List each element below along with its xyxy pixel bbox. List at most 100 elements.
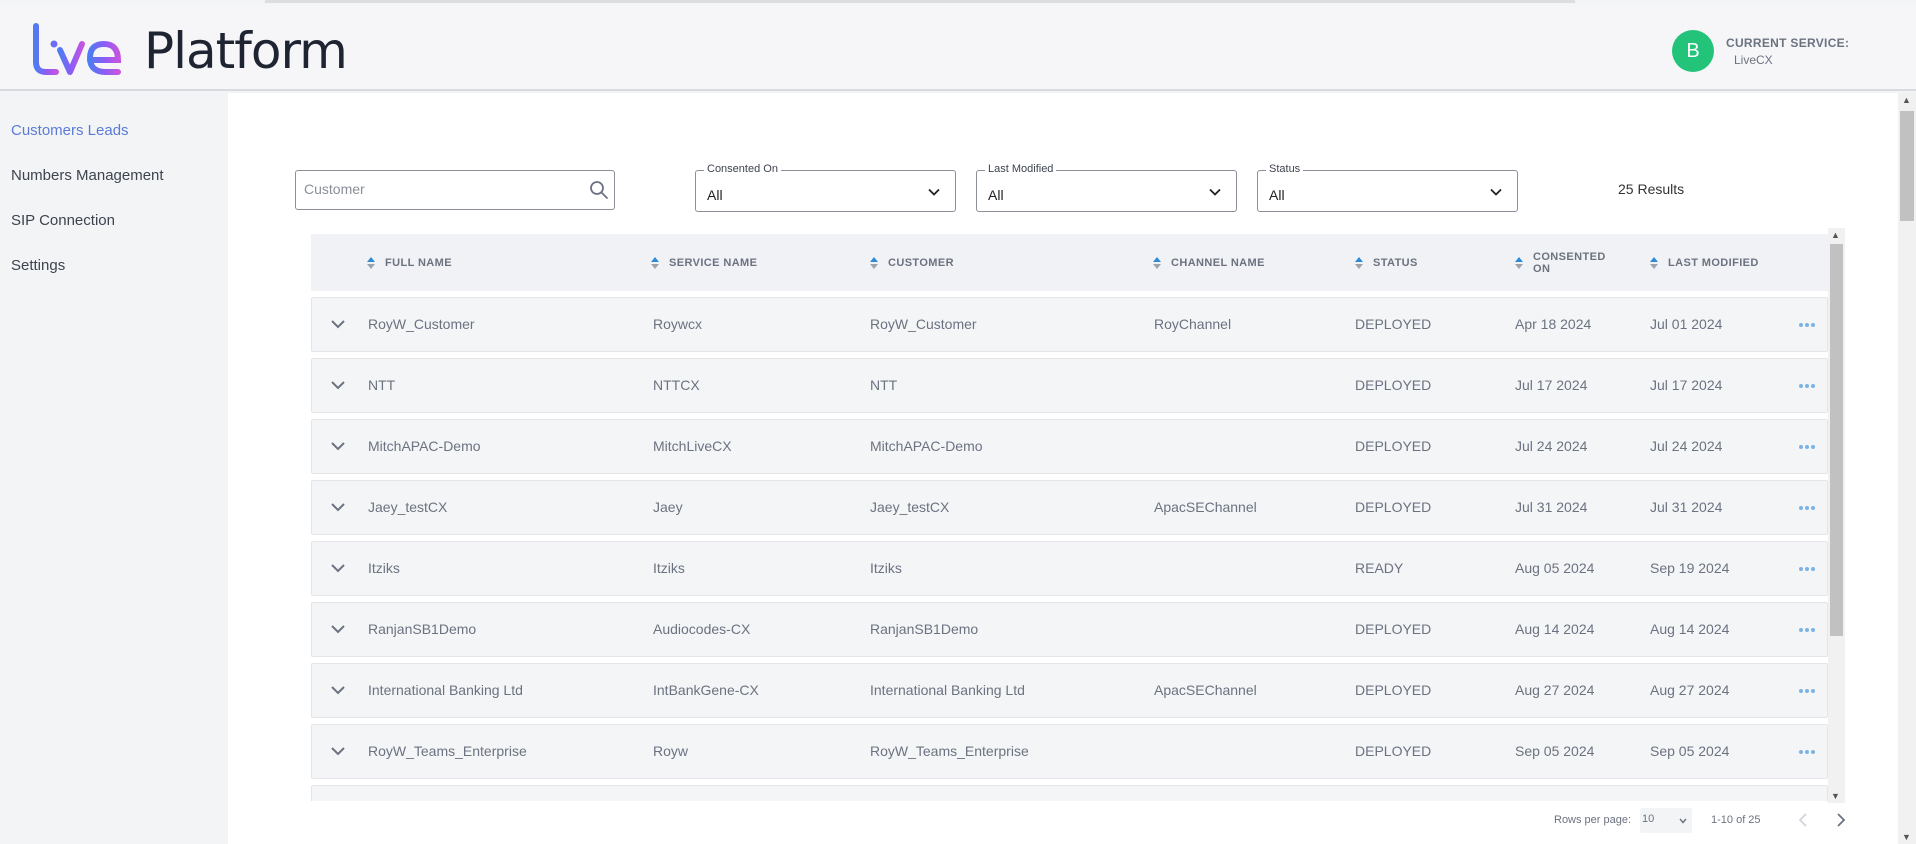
cell-consented-on: Jul 24 2024: [1515, 438, 1588, 454]
more-options-icon[interactable]: [1798, 627, 1816, 633]
cell-last-modified: Aug 27 2024: [1650, 682, 1730, 698]
customer-search-field[interactable]: [295, 170, 615, 210]
consented-on-label: Consented On: [704, 163, 781, 175]
column-header-customer[interactable]: CUSTOMER: [869, 234, 954, 291]
cell-full-name: International Banking Ltd: [368, 682, 523, 698]
cell-consented-on: Aug 05 2024: [1515, 560, 1595, 576]
cell-consented-on: Jul 17 2024: [1515, 377, 1588, 393]
scroll-down-icon[interactable]: ▼: [1902, 832, 1911, 842]
sidebar-item-numbers-management[interactable]: Numbers Management: [11, 167, 164, 184]
cell-service-name: Jaey: [653, 499, 683, 515]
expand-chevron-icon[interactable]: [330, 438, 346, 454]
last-modified-value: All: [988, 187, 1004, 203]
last-modified-label: Last Modified: [985, 163, 1057, 175]
cell-consented-on: Sep 05 2024: [1515, 743, 1595, 759]
column-label: CONSENTED ON: [1533, 250, 1606, 275]
consented-on-select[interactable]: Consented On All: [695, 163, 956, 212]
logo-mark-icon: [33, 23, 122, 75]
more-options-icon[interactable]: [1798, 505, 1816, 511]
table-row[interactable]: MitchAPAC-Demo MitchLiveCX MitchAPAC-Dem…: [311, 419, 1828, 474]
last-modified-select[interactable]: Last Modified All: [976, 163, 1237, 212]
sidebar-item-customers-leads[interactable]: Customers Leads: [11, 122, 129, 139]
cell-customer: Jaey_testCX: [870, 499, 950, 515]
next-page-icon[interactable]: [1834, 810, 1848, 830]
cell-status: DEPLOYED: [1355, 621, 1432, 637]
more-options-icon[interactable]: [1798, 444, 1816, 450]
more-options-icon[interactable]: [1798, 383, 1816, 389]
table-row[interactable]: RoyW_Customer Roywcx RoyW_Customer RoyCh…: [311, 297, 1828, 352]
sort-icon: [367, 256, 375, 269]
table-scrollbar[interactable]: ▲ ▼: [1828, 228, 1845, 803]
scroll-down-icon[interactable]: ▼: [1831, 791, 1840, 801]
sort-icon: [1515, 256, 1523, 269]
table-row[interactable]: RanjanSB1Demo Audiocodes-CX RanjanSB1Dem…: [311, 602, 1828, 657]
customer-search-input[interactable]: [304, 181, 574, 197]
cell-customer: RoyW_Teams_Enterprise: [870, 743, 1029, 759]
cell-channel-name: ApacSEChannel: [1154, 499, 1257, 515]
cell-consented-on: Aug 27 2024: [1515, 682, 1595, 698]
expand-chevron-icon[interactable]: [330, 682, 346, 698]
cell-service-name: Audiocodes-CX: [653, 621, 751, 637]
column-label: STATUS: [1373, 256, 1418, 269]
cell-customer: RanjanSB1Demo: [870, 621, 979, 637]
page-scroll-thumb[interactable]: [1900, 111, 1914, 221]
table-row[interactable]: International Banking Ltd IntBankGene-CX…: [311, 663, 1828, 718]
table-row[interactable]: NTT NTTCX NTT DEPLOYED Jul 17 2024 Jul 1…: [311, 358, 1828, 413]
table-row[interactable]: Itziks Itziks Itziks READY Aug 05 2024 S…: [311, 541, 1828, 596]
column-header-last-modified[interactable]: LAST MODIFIED: [1649, 234, 1759, 291]
app-logo[interactable]: Platform: [30, 18, 348, 78]
sort-icon: [1355, 256, 1363, 269]
column-label: SERVICE NAME: [669, 256, 758, 269]
scroll-up-icon[interactable]: ▲: [1902, 95, 1911, 105]
table-scroll-thumb[interactable]: [1830, 244, 1843, 636]
cell-status: DEPLOYED: [1355, 438, 1432, 454]
avatar[interactable]: B: [1672, 30, 1714, 72]
expand-chevron-icon[interactable]: [330, 560, 346, 576]
cell-customer: NTT: [870, 377, 898, 393]
cell-service-name: Roywcx: [653, 316, 703, 332]
cell-channel-name: RoyChannel: [1154, 316, 1232, 332]
cell-service-name: Itziks: [653, 560, 685, 576]
status-value: All: [1269, 187, 1285, 203]
column-header-consented-on[interactable]: CONSENTED ON: [1514, 234, 1606, 291]
status-select[interactable]: Status All: [1257, 163, 1518, 212]
expand-chevron-icon[interactable]: [330, 743, 346, 759]
expand-chevron-icon[interactable]: [330, 377, 346, 393]
results-count: 25 Results: [1618, 181, 1685, 197]
table-row-partial[interactable]: [311, 785, 1828, 801]
expand-chevron-icon[interactable]: [330, 316, 346, 332]
sort-icon: [651, 256, 659, 269]
cell-status: READY: [1355, 560, 1404, 576]
more-options-icon[interactable]: [1798, 322, 1816, 328]
sidebar-item-settings[interactable]: Settings: [11, 257, 65, 274]
cell-service-name: NTTCX: [653, 377, 700, 393]
prev-page-icon[interactable]: [1796, 810, 1810, 830]
more-options-icon[interactable]: [1798, 749, 1816, 755]
scroll-up-icon[interactable]: ▲: [1831, 230, 1840, 240]
column-header-full-name[interactable]: FULL NAME: [366, 234, 452, 291]
column-header-channel-name[interactable]: CHANNEL NAME: [1152, 234, 1265, 291]
table-row[interactable]: RoyW_Teams_Enterprise Royw RoyW_Teams_En…: [311, 724, 1828, 779]
cell-full-name: RoyW_Teams_Enterprise: [368, 743, 527, 759]
column-header-status[interactable]: STATUS: [1354, 234, 1418, 291]
cell-status: DEPLOYED: [1355, 743, 1432, 759]
cell-consented-on: Jul 31 2024: [1515, 499, 1588, 515]
cell-full-name: RanjanSB1Demo: [368, 621, 477, 637]
expand-chevron-icon[interactable]: [330, 621, 346, 637]
consented-on-value: All: [707, 187, 723, 203]
search-icon[interactable]: [589, 180, 609, 200]
more-options-icon[interactable]: [1798, 566, 1816, 572]
page-scrollbar[interactable]: ▲ ▼: [1898, 93, 1916, 844]
expand-chevron-icon[interactable]: [330, 499, 346, 515]
sidebar-item-sip-connection[interactable]: SIP Connection: [11, 212, 115, 229]
cell-last-modified: Aug 14 2024: [1650, 621, 1730, 637]
cell-full-name: Itziks: [368, 560, 400, 576]
pagination-range: 1-10 of 25: [1711, 814, 1761, 826]
more-options-icon[interactable]: [1798, 688, 1816, 694]
customers-table: FULL NAME SERVICE NAME CUSTOMER CHANNEL …: [311, 234, 1828, 801]
rows-per-page-select[interactable]: 10: [1640, 808, 1692, 833]
column-header-service-name[interactable]: SERVICE NAME: [650, 234, 757, 291]
table-row[interactable]: Jaey_testCX Jaey Jaey_testCX ApacSEChann…: [311, 480, 1828, 535]
chevron-down-icon: [928, 188, 940, 196]
cell-last-modified: Sep 05 2024: [1650, 743, 1730, 759]
